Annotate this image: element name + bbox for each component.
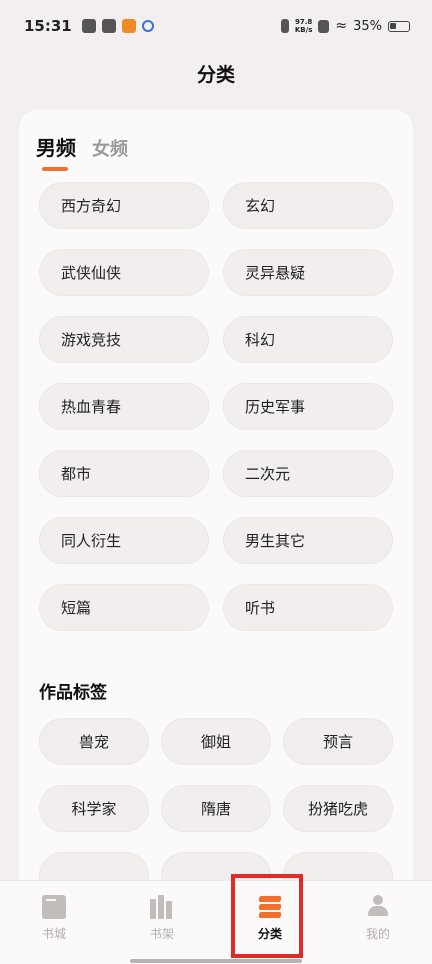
taobao-icon [121,19,136,33]
category-item[interactable]: 短篇 [39,584,209,631]
category-item[interactable]: 玄幻 [223,182,393,229]
home-indicator[interactable] [130,959,302,963]
status-bar: 15:31 97.8 KB/s ≈ 35% [0,0,432,52]
app-notification-icon [101,19,116,33]
category-item[interactable]: 西方奇幻 [39,182,209,229]
sim-icon [318,19,330,33]
net-speed-value: 97.8 [294,18,313,26]
nav-profile[interactable]: 我的 [338,895,418,942]
status-right: 97.8 KB/s ≈ 35% [280,18,410,34]
net-speed: 97.8 KB/s [295,18,312,34]
notification-icon [81,19,96,33]
bottom-nav: 书城 书架 分类 我的 [0,880,432,964]
category-item[interactable]: 二次元 [223,450,393,497]
nav-bookstore[interactable]: 书城 [14,895,94,942]
net-speed-unit: KB/s [294,26,313,34]
gender-tabs: 男频 女频 [36,132,128,171]
category-item[interactable]: 游戏竞技 [39,316,209,363]
tag-item[interactable]: 隋唐 [161,785,271,832]
tag-item[interactable]: 科学家 [39,785,149,832]
category-card: 男频 女频 西方奇幻 玄幻 武侠仙侠 灵异悬疑 游戏竞技 科幻 热血青春 历史军… [19,110,413,880]
tab-male[interactable]: 男频 [36,132,76,171]
battery-percent: 35% [353,18,382,34]
tag-item[interactable]: 御姐 [161,718,271,765]
tag-item[interactable] [39,852,149,880]
category-item[interactable]: 同人衍生 [39,517,209,564]
category-item[interactable]: 灵异悬疑 [223,249,393,296]
tag-item[interactable]: 兽宠 [39,718,149,765]
tag-item[interactable]: 预言 [283,718,393,765]
status-left: 15:31 [24,17,154,35]
vibrate-icon [280,19,289,33]
tags-section-title: 作品标签 [39,683,107,703]
tab-female[interactable]: 女频 [92,135,128,161]
highlight-box [231,874,303,958]
nav-bookshelf[interactable]: 书架 [122,895,202,942]
app-icon [141,20,154,32]
category-item[interactable]: 历史军事 [223,383,393,430]
wifi-icon: ≈ [335,18,348,34]
status-time: 15:31 [24,17,72,35]
category-item[interactable]: 听书 [223,584,393,631]
category-item[interactable]: 武侠仙侠 [39,249,209,296]
bookshelf-icon [150,895,174,919]
tag-item[interactable]: 扮猪吃虎 [283,785,393,832]
category-item[interactable]: 男生其它 [223,517,393,564]
nav-label: 书城 [41,927,66,941]
nav-label: 书架 [149,927,174,941]
page-title: 分类 [196,64,235,86]
battery-icon [388,20,410,32]
user-icon [366,895,390,919]
category-item[interactable]: 都市 [39,450,209,497]
book-icon [42,895,66,919]
category-item[interactable]: 热血青春 [39,383,209,430]
nav-label: 我的 [365,927,390,941]
category-item[interactable]: 科幻 [223,316,393,363]
tag-grid: 兽宠 御姐 预言 科学家 隋唐 扮猪吃虎 [39,718,393,880]
category-grid: 西方奇幻 玄幻 武侠仙侠 灵异悬疑 游戏竞技 科幻 热血青春 历史军事 都市 二… [39,182,393,631]
